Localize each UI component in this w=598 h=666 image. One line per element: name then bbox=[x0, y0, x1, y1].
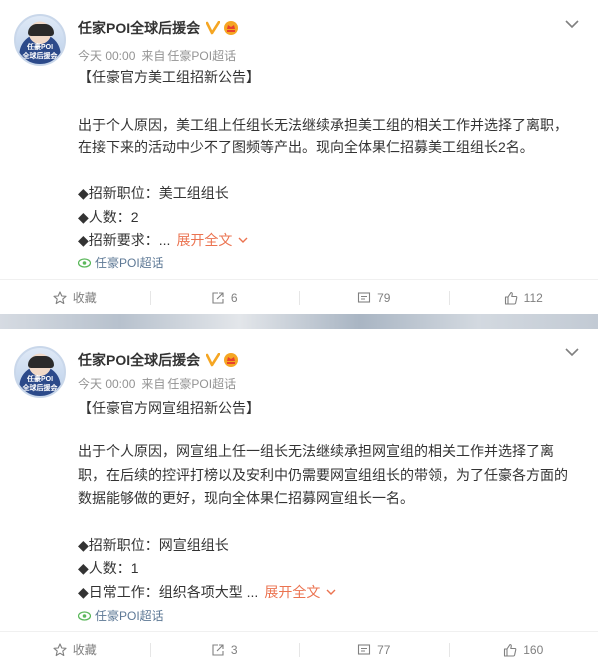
avatar-text-line1: 任豪POI bbox=[26, 44, 54, 51]
favorite-button[interactable]: 收藏 bbox=[0, 632, 150, 666]
comment-count: 79 bbox=[377, 290, 391, 305]
repost-icon bbox=[212, 291, 224, 304]
post-item: ◆人数：1 bbox=[78, 560, 139, 576]
super-topic-link[interactable]: 任豪POI超话 bbox=[78, 607, 164, 624]
expand-full-text-link[interactable]: 展开全文 bbox=[264, 584, 336, 600]
post-source[interactable]: 任豪POI超话 bbox=[167, 47, 236, 64]
avatar-text-line1: 任豪POI bbox=[26, 376, 54, 383]
super-topic-link[interactable]: 任豪POI超话 bbox=[78, 254, 164, 271]
author-name[interactable]: 任家POI全球后援会 bbox=[78, 18, 200, 38]
post-item: ◆日常工作：组织各项大型 ... bbox=[78, 584, 259, 600]
post-paragraph-line: 职，在后续的控评打榜以及安利中仍需要网宣组组长的带领，为了任豪各方面的 bbox=[78, 467, 568, 483]
author-row: 任家POI全球后援会 bbox=[78, 19, 239, 37]
post-item: ◆招新要求：... bbox=[78, 232, 171, 248]
feed-separator bbox=[0, 314, 598, 329]
super-topic-label: 任豪POI超话 bbox=[95, 256, 164, 270]
comment-button[interactable]: 77 bbox=[299, 632, 449, 666]
repost-button[interactable]: 3 bbox=[149, 632, 300, 666]
comment-count: 77 bbox=[377, 642, 391, 657]
thumbs-up-icon bbox=[504, 291, 517, 305]
comment-icon bbox=[358, 291, 371, 303]
post-meta: 今天 00:00 来自 任豪POI超话 bbox=[78, 375, 236, 392]
super-topic-icon bbox=[78, 610, 91, 621]
like-count: 160 bbox=[523, 642, 544, 657]
post-item: ◆招新职位：网宣组组长 bbox=[78, 537, 229, 553]
chevron-down-icon[interactable] bbox=[565, 347, 579, 357]
expand-label: 展开全文 bbox=[264, 584, 321, 600]
chevron-down-icon bbox=[238, 237, 248, 243]
post-paragraph-line: 在接下来的活动中少不了图频等产出。现向全体果仁招募美工组组长2名。 bbox=[78, 139, 534, 155]
comment-button[interactable]: 79 bbox=[299, 280, 449, 315]
avatar-hair bbox=[28, 356, 54, 368]
favorite-label: 收藏 bbox=[72, 291, 97, 305]
favorite-label: 收藏 bbox=[72, 643, 97, 657]
source-prefix: 来自 bbox=[141, 49, 166, 63]
member-badge-icon[interactable] bbox=[223, 352, 239, 368]
verified-v-icon bbox=[206, 353, 221, 367]
expand-full-text-link[interactable]: 展开全文 bbox=[176, 232, 248, 248]
repost-count: 6 bbox=[230, 290, 238, 305]
author-row: 任家POI全球后援会 bbox=[78, 351, 239, 369]
verified-v-icon bbox=[206, 21, 221, 35]
post-item-with-expand: ◆日常工作：组织各项大型 ... 展开全文 bbox=[78, 581, 578, 603]
post-paragraph-line: 出于个人原因，美工组上任组长无法继续承担美工组的相关工作并选择了离职， bbox=[78, 117, 568, 133]
source-prefix: 来自 bbox=[141, 377, 166, 391]
repost-count: 3 bbox=[230, 642, 238, 657]
chevron-down-icon bbox=[326, 589, 336, 595]
like-button[interactable]: 112 bbox=[448, 280, 598, 315]
post-source[interactable]: 任豪POI超话 bbox=[167, 375, 236, 392]
post-paragraph-line: 数据能够做的更好，现向全体果仁招募网宣组长一名。 bbox=[78, 490, 414, 506]
star-icon bbox=[53, 642, 67, 656]
super-topic-label: 任豪POI超话 bbox=[95, 609, 164, 623]
post-meta: 今天 00:00 来自 任豪POI超话 bbox=[78, 47, 236, 64]
member-badge-icon[interactable] bbox=[223, 20, 239, 36]
action-bar: 收藏 3 77 160 bbox=[0, 631, 598, 666]
action-bar: 收藏 6 79 112 bbox=[0, 279, 598, 315]
repost-button[interactable]: 6 bbox=[149, 280, 300, 315]
like-button[interactable]: 160 bbox=[448, 632, 598, 666]
weibo-post: 任豪POI 全球后援会 任家POI全球后援会 今天 00:00 来自 任豪POI… bbox=[0, 329, 598, 666]
favorite-button[interactable]: 收藏 bbox=[0, 280, 150, 315]
post-item-with-expand: ◆招新要求：... 展开全文 bbox=[78, 229, 578, 251]
post-item: ◆人数：2 bbox=[78, 209, 139, 225]
post-title: 【任豪官方美工组招新公告】 bbox=[78, 69, 260, 85]
post-time[interactable]: 今天 00:00 bbox=[78, 375, 135, 392]
post-paragraph-line: 出于个人原因，网宣组上任一组长无法继续承担网宣组的相关工作并选择了离 bbox=[78, 443, 554, 459]
author-name[interactable]: 任家POI全球后援会 bbox=[78, 350, 200, 370]
post-time[interactable]: 今天 00:00 bbox=[78, 47, 135, 64]
avatar-text-line2: 全球后援会 bbox=[22, 53, 58, 60]
post-title: 【任豪官方网宣组招新公告】 bbox=[78, 400, 260, 416]
star-icon bbox=[53, 290, 67, 304]
thumbs-up-icon bbox=[504, 643, 517, 657]
avatar-text-line2: 全球后援会 bbox=[22, 385, 58, 392]
avatar-hair bbox=[28, 24, 54, 36]
post-item: ◆招新职位：美工组组长 bbox=[78, 185, 229, 201]
expand-label: 展开全文 bbox=[176, 232, 233, 248]
repost-icon bbox=[212, 643, 224, 656]
comment-icon bbox=[358, 643, 371, 655]
chevron-down-icon[interactable] bbox=[565, 19, 579, 29]
super-topic-icon bbox=[78, 257, 91, 268]
like-count: 112 bbox=[523, 290, 543, 305]
avatar[interactable]: 任豪POI 全球后援会 bbox=[14, 346, 66, 398]
avatar[interactable]: 任豪POI 全球后援会 bbox=[14, 14, 66, 66]
weibo-post: 任豪POI 全球后援会 任家POI全球后援会 今天 00:00 来自 任豪POI… bbox=[0, 0, 598, 314]
